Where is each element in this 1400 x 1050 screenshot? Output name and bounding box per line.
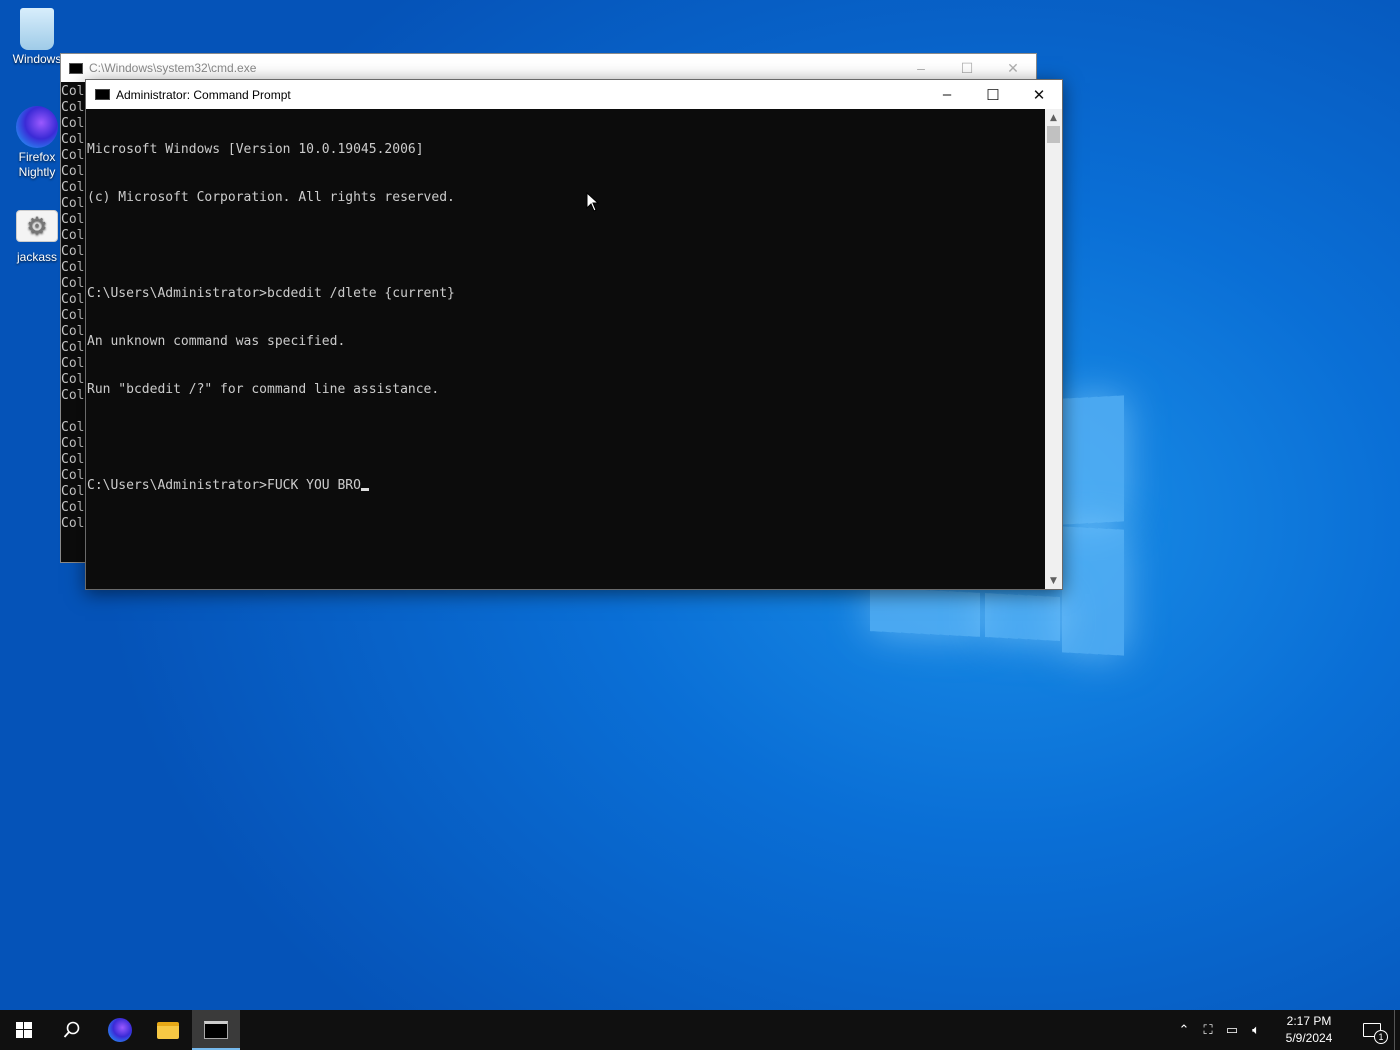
file-explorer-icon [157,1021,179,1039]
background-window-titlebar[interactable]: C:\Windows\system32\cmd.exe – ☐ ✕ [61,54,1036,82]
firefox-nightly-icon [108,1018,132,1042]
clock-time: 2:17 PM [1286,1014,1332,1028]
settings-shortcut-icon: ⚙ [16,210,58,242]
search-button[interactable] [48,1010,96,1050]
command-prompt-titlebar[interactable]: Administrator: Command Prompt – ☐ ✕ [86,80,1062,109]
maximize-icon[interactable]: ☐ [944,60,990,77]
wallpaper-logo-pane [870,587,980,637]
wallpaper-logo-pane [985,593,1060,641]
wallpaper-logo-pane [1062,526,1124,656]
notification-icon: 1 [1363,1023,1388,1044]
console-prompt-text: C:\Users\Administrator>FUCK YOU BRO [87,478,361,493]
volume-muted-icon[interactable]: 🔈︎ [1244,1022,1268,1038]
console-line: An unknown command was specified. [87,334,346,349]
maximize-button[interactable]: ☐ [970,80,1016,109]
clock[interactable]: 2:17 PM 5/9/2024 [1274,1013,1344,1047]
minimize-icon[interactable]: – [898,60,944,76]
mouse-pointer-icon [586,192,600,212]
network-icon[interactable]: ▭ [1220,1022,1244,1038]
console-line: C:\Users\Administrator>bcdedit /dlete {c… [87,286,455,301]
close-button[interactable]: ✕ [1016,80,1062,109]
console-input-line[interactable]: C:\Users\Administrator>FUCK YOU BRO [87,478,1046,494]
taskbar-file-explorer[interactable] [144,1010,192,1050]
close-icon[interactable]: ✕ [990,60,1036,77]
taskbar: ⌃ ⛶ ▭ 🔈︎ 2:17 PM 5/9/2024 1 [0,1010,1400,1050]
console-line: (c) Microsoft Corporation. All rights re… [87,190,455,205]
search-icon [63,1021,80,1038]
chevron-up-icon[interactable]: ⌃ [1172,1022,1196,1038]
show-desktop-button[interactable] [1394,1010,1400,1050]
console-line: Microsoft Windows [Version 10.0.19045.20… [87,142,424,157]
command-prompt-icon [95,89,110,100]
scroll-up-icon[interactable]: ▲ [1045,109,1062,126]
console-output[interactable]: Microsoft Windows [Version 10.0.19045.20… [86,109,1046,589]
meet-now-icon[interactable]: ⛶ [1196,1022,1220,1038]
start-icon [16,1022,32,1038]
start-button[interactable] [0,1010,48,1050]
vertical-scrollbar[interactable]: ▲ ▼ [1045,109,1062,589]
text-cursor [360,488,369,491]
system-tray: ⌃ ⛶ ▭ 🔈︎ 2:17 PM 5/9/2024 1 [1172,1010,1400,1050]
command-prompt-icon [69,62,83,74]
firefox-nightly-icon [16,106,58,148]
minimize-button[interactable]: – [924,80,970,109]
wallpaper-logo-pane [1062,395,1124,525]
window-title: Administrator: Command Prompt [116,87,291,102]
taskbar-command-prompt[interactable] [192,1010,240,1050]
recycle-bin-icon [20,8,54,50]
command-prompt-icon [204,1021,228,1039]
scrollbar-thumb[interactable] [1047,126,1060,143]
taskbar-firefox-nightly[interactable] [96,1010,144,1050]
scroll-down-icon[interactable]: ▼ [1045,572,1062,589]
clock-date: 5/9/2024 [1285,1031,1333,1045]
action-center-button[interactable]: 1 [1350,1010,1394,1050]
notification-count: 1 [1374,1030,1388,1044]
command-prompt-window[interactable]: Administrator: Command Prompt – ☐ ✕ Micr… [85,79,1063,590]
background-window-title: C:\Windows\system32\cmd.exe [89,61,257,75]
console-line: Run "bcdedit /?" for command line assist… [87,382,440,397]
